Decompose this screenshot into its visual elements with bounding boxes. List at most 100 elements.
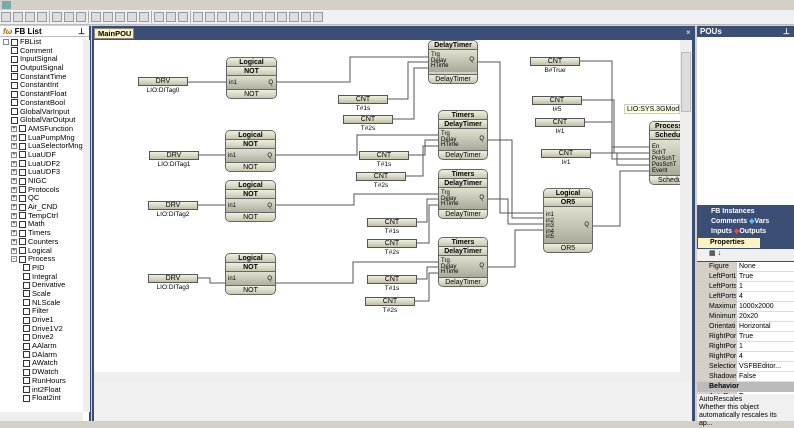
property-value[interactable]: 20x20 <box>737 312 794 322</box>
port-htime[interactable]: HTime <box>441 269 458 275</box>
wire[interactable] <box>488 139 543 219</box>
canvas-horizontal-scrollbar[interactable] <box>94 372 692 381</box>
constant-block[interactable]: CNT <box>535 118 585 127</box>
drv-block[interactable]: DRV <box>149 151 199 160</box>
constant-block[interactable]: CNT <box>532 96 582 105</box>
coffee-icon[interactable] <box>253 12 263 22</box>
port-q[interactable]: Q <box>469 57 474 63</box>
lock-icon[interactable] <box>229 12 239 22</box>
tab-fb-instances[interactable]: FB Instances <box>697 207 794 217</box>
constant-block[interactable]: CNT <box>541 149 591 158</box>
constant-block[interactable]: CNT <box>367 239 417 248</box>
drv-block[interactable]: DRV <box>138 77 188 86</box>
wire[interactable] <box>276 56 428 83</box>
wire[interactable] <box>488 198 543 225</box>
close-icon[interactable]: × <box>686 28 691 37</box>
drv-block[interactable]: DRV <box>148 201 198 210</box>
copy-icon[interactable] <box>64 12 74 22</box>
constant-block[interactable]: CNT <box>365 297 415 306</box>
property-value[interactable]: 4 <box>737 352 794 362</box>
property-row[interactable]: RightPortLabelsTrue <box>697 332 794 342</box>
printer-icon[interactable] <box>265 12 275 22</box>
zoom-in-icon[interactable] <box>115 12 125 22</box>
not-block[interactable]: Logical NOT in1 Q NOT <box>225 130 276 172</box>
property-row[interactable]: LeftPortsStart1 <box>697 282 794 292</box>
expand-icon[interactable]: + <box>11 204 17 211</box>
compile-icon[interactable] <box>217 12 227 22</box>
record-icon[interactable] <box>289 12 299 22</box>
tab-vars[interactable]: Vars <box>755 218 770 225</box>
wire[interactable] <box>488 229 543 268</box>
property-value[interactable]: False <box>737 372 794 382</box>
wire[interactable] <box>198 277 225 284</box>
expand-icon[interactable]: + <box>11 221 17 228</box>
property-category[interactable]: Behavior <box>697 382 794 392</box>
scroll-thumb[interactable] <box>681 52 691 112</box>
not-block[interactable]: Logical NOT in1 Q NOT <box>225 253 276 295</box>
rectangle-icon[interactable] <box>154 12 164 22</box>
port-q[interactable]: Q <box>479 136 484 142</box>
constant-block[interactable]: CNT <box>338 95 388 104</box>
property-row[interactable]: MinimumSize20x20 <box>697 312 794 322</box>
expand-icon[interactable]: + <box>11 230 17 237</box>
port-htime[interactable]: HTime <box>441 142 458 148</box>
port-q[interactable]: Q <box>267 153 272 159</box>
pin-icon[interactable]: ⊥ <box>78 26 85 37</box>
settings-icon[interactable] <box>178 12 188 22</box>
paste-icon[interactable] <box>76 12 86 22</box>
refresh-icon[interactable] <box>301 12 311 22</box>
globe-icon[interactable] <box>241 12 251 22</box>
delay-timer-block[interactable]: Timers DelayTimer Trg Delay HTime Q DelayTimer <box>438 169 488 219</box>
property-value[interactable]: 1 <box>737 342 794 352</box>
save-icon[interactable] <box>37 12 47 22</box>
expand-icon[interactable]: + <box>11 212 17 219</box>
expand-icon[interactable]: + <box>11 151 17 158</box>
property-row[interactable]: LeftPortsEnd4 <box>697 292 794 302</box>
property-value[interactable]: True <box>737 272 794 282</box>
fbd-canvas[interactable]: DRV LIO:DITag0 DRV LIO:DITag1 DRV LIO:DITag2 D… <box>94 40 680 372</box>
constant-block[interactable]: CNT <box>359 151 409 160</box>
expand-icon[interactable]: + <box>11 247 17 254</box>
tab-mainpou[interactable]: MainPOU <box>94 28 134 39</box>
pencil-icon[interactable] <box>313 12 323 22</box>
constant-block[interactable]: CNT <box>356 172 406 181</box>
expand-icon[interactable]: + <box>11 143 17 150</box>
port-htime[interactable]: HTime <box>431 63 448 69</box>
expand-icon[interactable]: + <box>11 238 17 245</box>
port-in1[interactable]: in1 <box>229 80 237 86</box>
constant-block[interactable]: CNT <box>530 57 580 66</box>
property-value[interactable]: True <box>737 332 794 342</box>
property-value[interactable]: Horizontal <box>737 322 794 332</box>
sort-az-icon[interactable]: ↓ <box>718 250 722 257</box>
delay-timer-block[interactable]: Timers DelayTimer Trg Delay HTime Q DelayTimer <box>438 237 488 287</box>
property-value[interactable]: 1 <box>737 282 794 292</box>
expand-icon[interactable]: + <box>11 160 17 167</box>
not-block[interactable]: Logical NOT in1 Q NOT <box>226 57 277 99</box>
scheduler-block[interactable]: ProcessSchedulerEnSchTPreSchTPosSchTEven… <box>649 121 680 185</box>
input-icon[interactable] <box>193 12 203 22</box>
wire[interactable] <box>416 198 438 223</box>
expand-icon[interactable]: + <box>11 195 17 202</box>
stop-icon[interactable] <box>277 12 287 22</box>
expand-icon[interactable]: + <box>11 125 17 132</box>
port-event[interactable]: Event <box>652 168 667 174</box>
open-icon[interactable] <box>13 12 23 22</box>
tab-outputs[interactable]: Outputs <box>739 228 766 235</box>
delay-timer-block[interactable]: DelayTimer Trg Delay HTime Q DelayTimer <box>428 40 478 84</box>
property-row[interactable]: SelectionStyleVSFBEditor... <box>697 362 794 372</box>
port-htime[interactable]: HTime <box>441 201 458 207</box>
port-in1[interactable]: in1 <box>228 276 236 282</box>
wire[interactable] <box>593 170 649 227</box>
port-q[interactable]: Q <box>267 276 272 282</box>
magnify-icon[interactable] <box>139 12 149 22</box>
tab-comments[interactable]: Comments ◆Vars <box>697 217 794 227</box>
zoom-out-icon[interactable] <box>127 12 137 22</box>
delay-timer-block[interactable]: Timers DelayTimer Trg Delay HTime Q DelayTimer <box>438 110 488 160</box>
drv-block[interactable]: DRV <box>148 274 198 283</box>
constant-block[interactable]: CNT <box>343 115 393 124</box>
port-q[interactable]: Q <box>584 222 589 228</box>
wire[interactable] <box>392 67 428 120</box>
port-q[interactable]: Q <box>268 80 273 86</box>
tab-properties[interactable]: Properties <box>698 238 760 248</box>
redo-icon[interactable] <box>103 12 113 22</box>
